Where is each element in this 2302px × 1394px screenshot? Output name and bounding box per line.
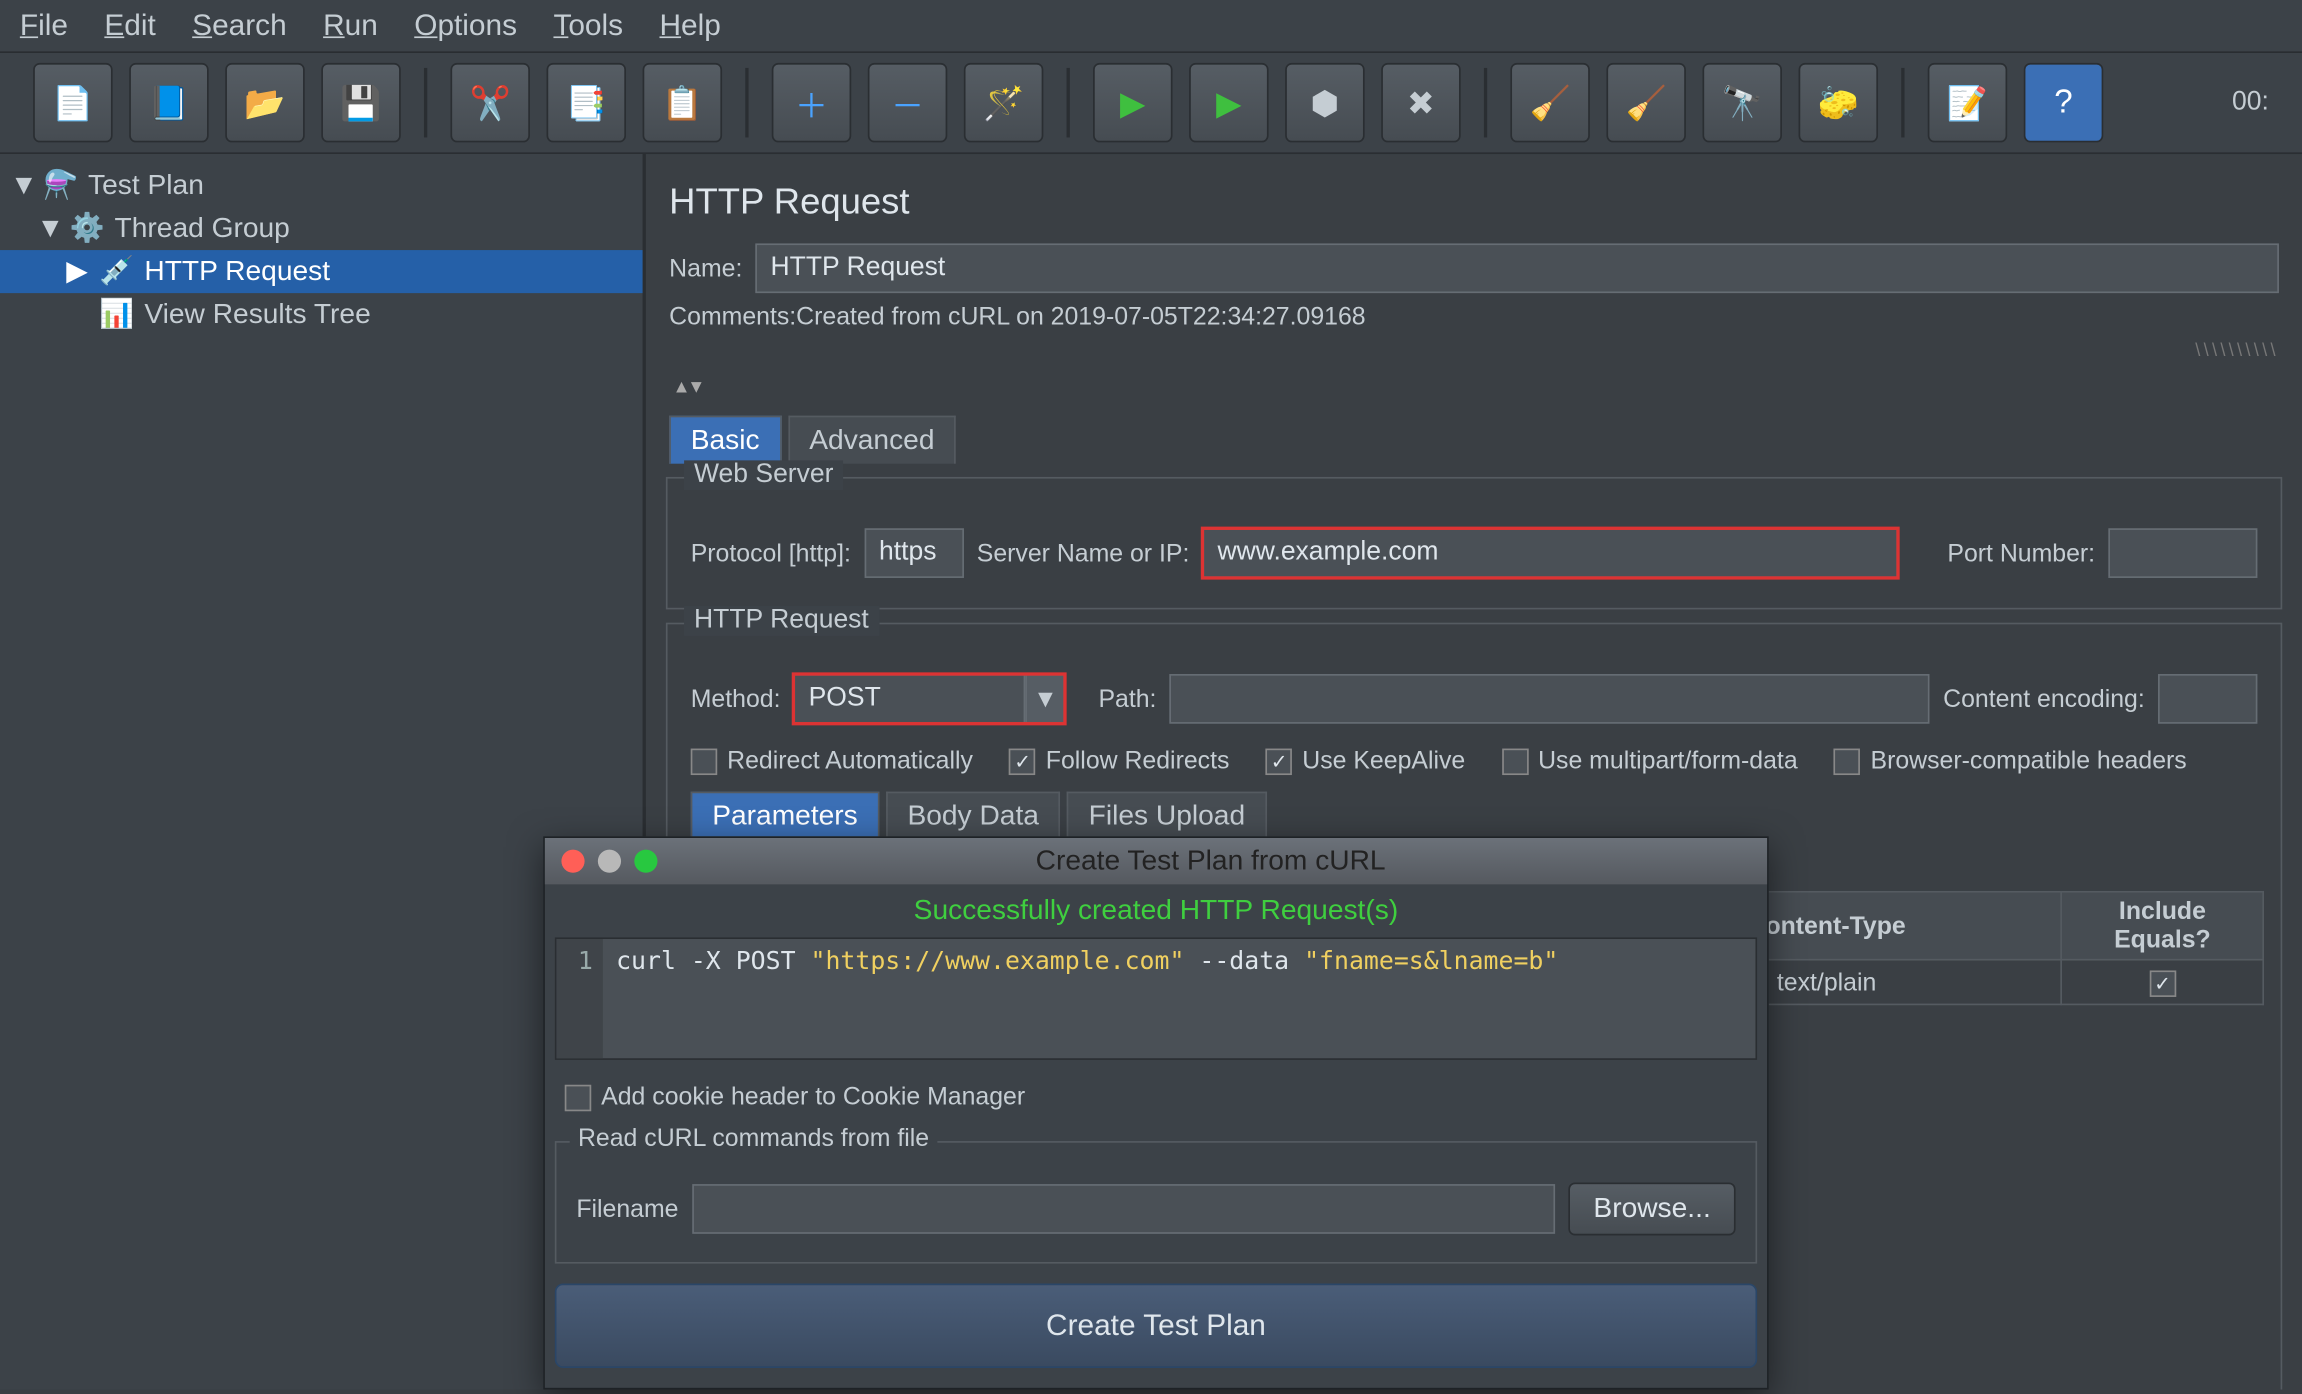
method-label: Method: (691, 685, 781, 713)
tree-view-results[interactable]: 📊 View Results Tree (0, 293, 643, 336)
tab-basic[interactable]: Basic (669, 416, 781, 464)
protocol-label: Protocol [http]: (691, 539, 851, 567)
path-label: Path: (1098, 685, 1156, 713)
tab-files-upload[interactable]: Files Upload (1067, 792, 1267, 840)
curl-code[interactable]: curl -X POST "https://www.example.com" -… (603, 939, 1756, 1058)
close-icon[interactable] (561, 850, 584, 873)
toolbar: 📄 📘 📂 💾 ✂️ 📑 📋 ＋ － 🪄 ▶ ▶ ⬢ ✖ 🧹 🧹 🔭 🧽 📝 ?… (0, 53, 2302, 154)
protocol-input[interactable] (864, 528, 963, 578)
filename-label: Filename (576, 1195, 678, 1223)
chk-browser-headers[interactable]: Browser-compatible headers (1834, 747, 2187, 775)
run-icon[interactable]: ▶ (1093, 63, 1172, 142)
curl-code-input[interactable]: 1 curl -X POST "https://www.example.com"… (555, 937, 1757, 1060)
cut-icon[interactable]: ✂️ (450, 63, 529, 142)
tree-label: Test Plan (88, 169, 204, 202)
reset-search-icon[interactable]: 🧽 (1799, 63, 1878, 142)
function-helper-icon[interactable]: 📝 (1928, 63, 2007, 142)
menu-run[interactable]: Run (323, 8, 378, 43)
line-number: 1 (556, 939, 602, 1058)
curl-dialog: Create Test Plan from cURL Successfully … (543, 836, 1769, 1389)
clear-icon[interactable]: 🧹 (1510, 63, 1589, 142)
web-server-legend: Web Server (684, 460, 843, 490)
server-input[interactable] (1202, 528, 1898, 578)
menu-file[interactable]: File (20, 8, 68, 43)
pipette-icon: 💉 (99, 255, 134, 288)
wand-icon[interactable]: 🪄 (964, 63, 1043, 142)
minimize-icon[interactable] (598, 850, 621, 873)
copy-icon[interactable]: 📑 (547, 63, 626, 142)
run-no-pause-icon[interactable]: ▶ (1189, 63, 1268, 142)
shutdown-icon[interactable]: ✖ (1381, 63, 1460, 142)
dialog-titlebar[interactable]: Create Test Plan from cURL (545, 838, 1767, 884)
web-server-group: Web Server Protocol [http]: Server Name … (666, 477, 2282, 609)
encoding-input[interactable] (2158, 674, 2257, 724)
minus-icon[interactable]: － (868, 63, 947, 142)
success-message: Successfully created HTTP Request(s) (545, 884, 1767, 937)
port-input[interactable] (2108, 528, 2257, 578)
dialog-title: Create Test Plan from cURL (671, 845, 1751, 878)
menu-search[interactable]: Search (192, 8, 286, 43)
elapsed-time: 00: (2232, 88, 2269, 118)
col-include-equals[interactable]: Include Equals? (2062, 892, 2264, 960)
menu-tools[interactable]: Tools (553, 8, 623, 43)
path-input[interactable] (1170, 674, 1930, 724)
comments-label: Comments:Created from cURL on 2019-07-05… (669, 303, 1365, 331)
menubar: File Edit Search Run Options Tools Help (0, 0, 2302, 53)
flask-icon: ⚗️ (43, 169, 78, 202)
new-icon[interactable]: 📄 (33, 63, 112, 142)
grip-icon[interactable]: \\\\\\\\\\ (2195, 341, 2279, 361)
read-from-file-group: Read cURL commands from file Filename Br… (555, 1141, 1757, 1264)
open-icon[interactable]: 📂 (225, 63, 304, 142)
results-icon: 📊 (99, 298, 134, 331)
server-label: Server Name or IP: (977, 539, 1190, 567)
create-test-plan-button[interactable]: Create Test Plan (555, 1283, 1757, 1367)
clear-all-icon[interactable]: 🧹 (1606, 63, 1685, 142)
menu-edit[interactable]: Edit (104, 8, 155, 43)
search-icon[interactable]: 🔭 (1702, 63, 1781, 142)
chevron-down-icon[interactable]: ▼ (1025, 674, 1065, 724)
tab-advanced[interactable]: Advanced (788, 416, 956, 464)
http-request-legend: HTTP Request (684, 606, 879, 636)
browse-button[interactable]: Browse... (1569, 1182, 1736, 1235)
collapse-arrows-icon[interactable]: ▲▼ (672, 378, 701, 398)
tab-parameters[interactable]: Parameters (691, 792, 880, 840)
paste-icon[interactable]: 📋 (643, 63, 722, 142)
stop-icon[interactable]: ⬢ (1285, 63, 1364, 142)
tab-body-data[interactable]: Body Data (886, 792, 1061, 840)
menu-help[interactable]: Help (659, 8, 720, 43)
save-icon[interactable]: 💾 (321, 63, 400, 142)
tree-test-plan[interactable]: ▼⚗️ Test Plan (0, 164, 643, 207)
chk-keepalive[interactable]: Use KeepAlive (1266, 747, 1465, 775)
menu-options[interactable]: Options (414, 8, 517, 43)
encoding-label: Content encoding: (1943, 685, 2145, 713)
port-label: Port Number: (1947, 539, 2095, 567)
name-label: Name: (669, 254, 742, 282)
chk-follow-redirects[interactable]: Follow Redirects (1009, 747, 1229, 775)
read-file-legend: Read cURL commands from file (570, 1125, 938, 1153)
tree-http-request[interactable]: ▶💉 HTTP Request (0, 250, 643, 293)
method-select[interactable] (794, 674, 1026, 724)
panel-title: HTTP Request (669, 181, 2285, 224)
help-icon[interactable]: ? (2024, 63, 2103, 142)
tree-thread-group[interactable]: ▼⚙️ Thread Group (0, 207, 643, 250)
plus-icon[interactable]: ＋ (772, 63, 851, 142)
cell-include-equals[interactable] (2062, 960, 2264, 1005)
chk-redirect-auto[interactable]: Redirect Automatically (691, 747, 973, 775)
templates-icon[interactable]: 📘 (129, 63, 208, 142)
chk-cookie-header[interactable]: Add cookie header to Cookie Manager (565, 1083, 1025, 1111)
tree-label: View Results Tree (144, 298, 370, 331)
zoom-icon[interactable] (634, 850, 657, 873)
tree-label: Thread Group (115, 212, 290, 245)
chk-multipart[interactable]: Use multipart/form-data (1502, 747, 1798, 775)
filename-input[interactable] (692, 1184, 1556, 1234)
name-input[interactable] (755, 243, 2278, 293)
gear-icon: ⚙️ (70, 212, 105, 245)
tree-label: HTTP Request (144, 255, 330, 288)
